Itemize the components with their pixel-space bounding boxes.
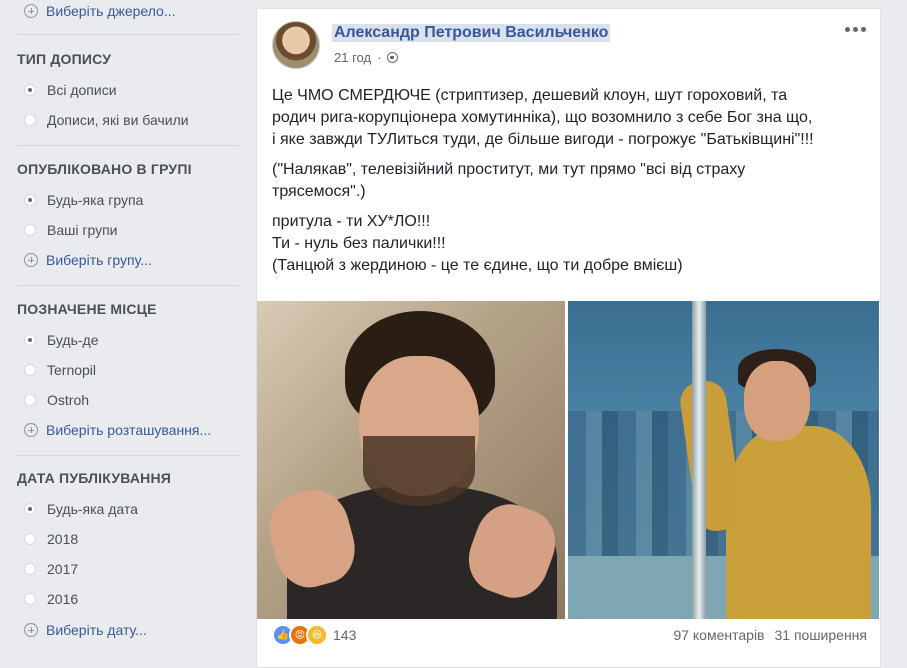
post-stats: 97 коментарів 31 поширення bbox=[673, 627, 867, 643]
option-label: Ваші групи bbox=[47, 222, 118, 238]
post-text: Це ЧМО СМЕРДЮЧЕ (стриптизер, дешевий кло… bbox=[272, 85, 872, 277]
option-label: Ternopil bbox=[47, 362, 97, 378]
option-anywhere[interactable]: Будь-де bbox=[24, 329, 99, 351]
post-text-line: притула - ти ХУ*ЛО!!! bbox=[272, 213, 431, 230]
reactions-summary[interactable]: 👍 😡 😆 143 bbox=[272, 624, 356, 646]
post-text-line: Це ЧМО СМЕРДЮЧЕ (стриптизер, дешевий кло… bbox=[272, 87, 788, 104]
option-label: Всі дописи bbox=[47, 82, 117, 98]
post-text-line: родич рига-корупціонера хомутинніка), що… bbox=[272, 109, 813, 126]
radio-selected[interactable] bbox=[24, 334, 36, 346]
post-text-line: і яке завжди ТУЛиться туди, де більше ви… bbox=[272, 131, 814, 148]
post-text-line: трясемося".) bbox=[272, 183, 366, 200]
option-label: 2017 bbox=[47, 561, 79, 577]
divider bbox=[17, 285, 239, 286]
radio[interactable] bbox=[24, 593, 36, 605]
post-text-line: (Танцюй з жердиною - це те єдине, що ти … bbox=[272, 257, 683, 274]
plus-icon bbox=[24, 4, 38, 18]
option-ternopil[interactable]: Ternopil bbox=[24, 359, 96, 381]
shares-count[interactable]: 31 поширення bbox=[775, 627, 868, 643]
post-photo-left[interactable] bbox=[257, 301, 565, 619]
radio-selected[interactable] bbox=[24, 194, 36, 206]
option-any-date[interactable]: Будь-яка дата bbox=[24, 498, 138, 520]
option-ostroh[interactable]: Ostroh bbox=[24, 389, 89, 411]
choose-group-link[interactable]: Виберіть групу... bbox=[24, 249, 152, 271]
option-label: Дописи, які ви бачили bbox=[47, 112, 189, 128]
divider bbox=[17, 455, 239, 456]
filter-title-posted-in-group: ОПУБЛІКОВАНО В ГРУПІ bbox=[17, 161, 192, 177]
search-filters-sidebar: Виберіть джерело... ТИП ДОПИСУ Всі допис… bbox=[0, 0, 245, 652]
option-any-group[interactable]: Будь-яка група bbox=[24, 189, 143, 211]
option-all-posts[interactable]: Всі дописи bbox=[24, 79, 117, 101]
option-label: Ostroh bbox=[47, 392, 90, 408]
choose-date-link[interactable]: Виберіть дату... bbox=[24, 619, 147, 641]
choose-source-label[interactable]: Виберіть джерело... bbox=[46, 3, 176, 19]
radio[interactable] bbox=[24, 563, 36, 575]
choose-group-label[interactable]: Виберіть групу... bbox=[46, 252, 152, 268]
separator-dot: · bbox=[377, 50, 382, 65]
option-label: Будь-де bbox=[47, 332, 99, 348]
radio[interactable] bbox=[24, 394, 36, 406]
option-seen-posts[interactable]: Дописи, які ви бачили bbox=[24, 109, 189, 131]
more-options-icon[interactable] bbox=[843, 21, 868, 38]
plus-icon bbox=[24, 423, 38, 437]
divider bbox=[17, 145, 239, 146]
reactions-count[interactable]: 143 bbox=[333, 627, 356, 643]
option-label: 2016 bbox=[47, 591, 79, 607]
comments-count[interactable]: 97 коментарів bbox=[673, 627, 764, 643]
option-your-groups[interactable]: Ваші групи bbox=[24, 219, 118, 241]
post-photo-right[interactable] bbox=[568, 301, 879, 619]
option-2017[interactable]: 2017 bbox=[24, 558, 78, 580]
radio[interactable] bbox=[24, 224, 36, 236]
radio-selected[interactable] bbox=[24, 84, 36, 96]
radio-selected[interactable] bbox=[24, 503, 36, 515]
globe-icon[interactable] bbox=[387, 52, 399, 63]
filter-title-date-posted: ДАТА ПУБЛІКУВАННЯ bbox=[17, 470, 172, 486]
choose-date-label[interactable]: Виберіть дату... bbox=[46, 622, 147, 638]
post-text-line: Ти - нуль без палички!!! bbox=[272, 235, 446, 252]
divider bbox=[17, 34, 239, 35]
choose-location-link[interactable]: Виберіть розташування... bbox=[24, 419, 211, 441]
post-timestamp[interactable]: 21 год bbox=[334, 50, 371, 65]
option-2018[interactable]: 2018 bbox=[24, 528, 78, 550]
option-label: Будь-яка група bbox=[47, 192, 144, 208]
choose-location-label[interactable]: Виберіть розташування... bbox=[46, 422, 211, 438]
option-label: 2018 bbox=[47, 531, 79, 547]
haha-icon: 😆 bbox=[306, 624, 328, 646]
plus-icon bbox=[24, 253, 38, 267]
radio[interactable] bbox=[24, 364, 36, 376]
radio[interactable] bbox=[24, 533, 36, 545]
plus-icon bbox=[24, 623, 38, 637]
choose-source-link[interactable]: Виберіть джерело... bbox=[24, 0, 176, 22]
post-card: Александр Петрович Васильченко 21 год · … bbox=[256, 8, 881, 668]
filter-title-post-type: ТИП ДОПИСУ bbox=[17, 51, 112, 67]
post-text-line: ("Налякав", телевізійний проститут, ми т… bbox=[272, 161, 746, 178]
option-2016[interactable]: 2016 bbox=[24, 588, 78, 610]
avatar[interactable] bbox=[272, 21, 320, 69]
filter-title-tagged-location: ПОЗНАЧЕНЕ МІСЦЕ bbox=[17, 301, 157, 317]
option-label: Будь-яка дата bbox=[47, 501, 138, 517]
post-author[interactable]: Александр Петрович Васильченко bbox=[332, 24, 611, 42]
post-footer: 👍 😡 😆 143 97 коментарів 31 поширення bbox=[272, 619, 867, 651]
radio[interactable] bbox=[24, 114, 36, 126]
post-meta: 21 год · bbox=[334, 50, 399, 65]
